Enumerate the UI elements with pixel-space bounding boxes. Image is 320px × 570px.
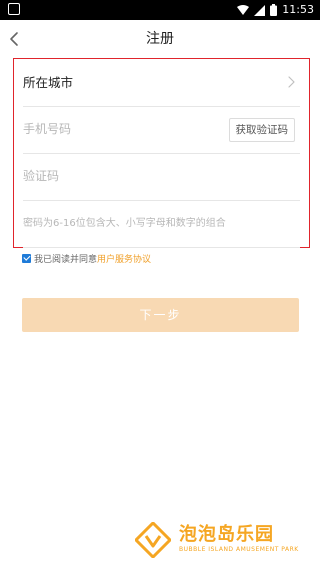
status-right-group: 11:53: [237, 0, 314, 20]
city-selector[interactable]: 所在城市: [23, 59, 300, 107]
code-input[interactable]: 验证码: [23, 153, 59, 200]
password-input[interactable]: 密码为6-16位包含大、小写字母和数字的组合: [23, 200, 226, 247]
user-agreement-link[interactable]: 用户服务协议: [97, 252, 151, 265]
agreement-text: 我已阅读并同意: [34, 254, 98, 265]
notification-icon: [8, 3, 20, 15]
wifi-icon: [237, 5, 250, 15]
nav-bar: 注册: [0, 20, 320, 58]
registration-form: 所在城市 手机号码 获取验证码 验证码 密码为6-16位包含大、小写字母和数字的…: [13, 58, 310, 248]
city-label: 所在城市: [23, 75, 74, 90]
battery-icon: [270, 4, 278, 16]
next-step-button[interactable]: 下一步: [22, 298, 299, 332]
phone-input[interactable]: 手机号码: [23, 106, 71, 153]
agreement-row: 我已阅读并同意 用户服务协议: [22, 252, 151, 265]
watermark-subtitle: BUBBLE ISLAND AMUSEMENT PARK: [179, 546, 299, 553]
chevron-right-icon: [288, 76, 295, 88]
watermark-logo-icon: [135, 522, 171, 558]
watermark: 泡泡岛乐园 BUBBLE ISLAND AMUSEMENT PARK: [135, 520, 315, 566]
status-time: 11:53: [282, 3, 314, 16]
password-row: 密码为6-16位包含大、小写字母和数字的组合: [23, 200, 300, 248]
page-title: 注册: [146, 31, 174, 47]
agreement-checkbox[interactable]: [22, 253, 31, 263]
status-bar: 11:53: [0, 0, 320, 20]
get-code-button[interactable]: 获取验证码: [228, 118, 295, 142]
phone-row: 手机号码 获取验证码: [23, 106, 300, 154]
code-row: 验证码: [23, 153, 300, 201]
signal-icon: [254, 4, 266, 16]
watermark-title: 泡泡岛乐园: [179, 524, 274, 545]
